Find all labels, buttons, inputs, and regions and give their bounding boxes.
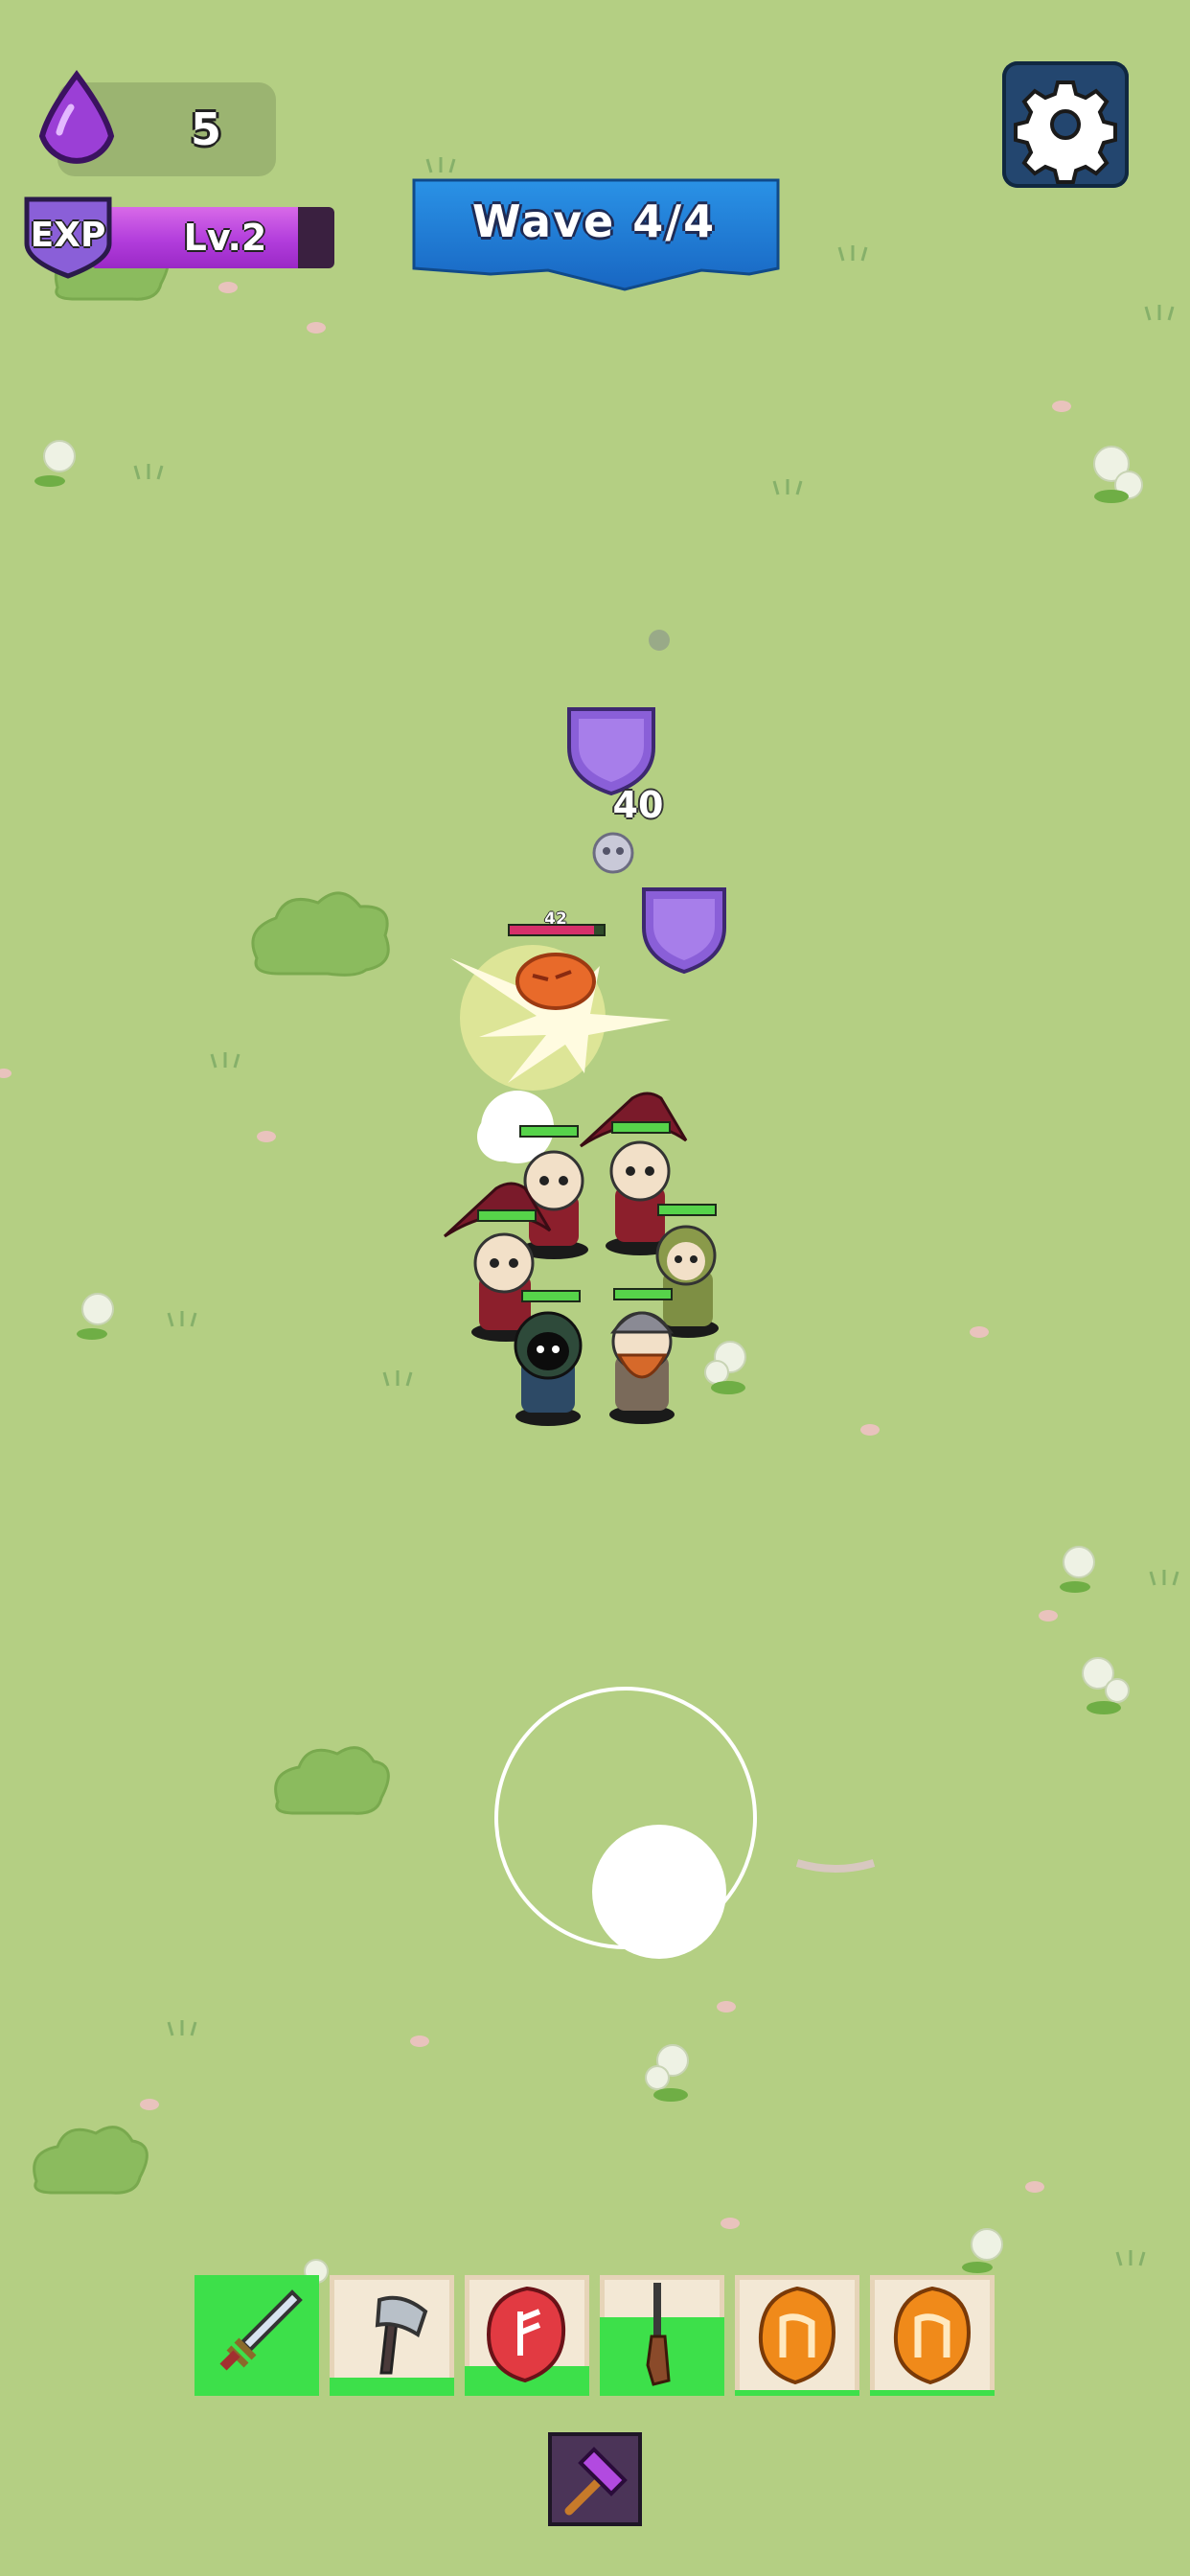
axe-icon <box>375 2295 428 2375</box>
hooded-rogue-hero <box>514 1311 583 1426</box>
gear-icon <box>1014 80 1117 184</box>
special-skill-button[interactable] <box>548 2432 642 2526</box>
viking-hero <box>609 1311 675 1424</box>
fire-slime-enemy <box>515 953 596 1010</box>
skill-slot-orange-rune[interactable] <box>870 2275 995 2396</box>
hero-health-bar <box>477 1209 537 1222</box>
red-rune-icon <box>486 2286 566 2383</box>
rifle-icon <box>646 2283 671 2386</box>
purple-hammer-icon <box>564 2447 628 2516</box>
wave-counter: Wave 4/4 <box>471 196 717 247</box>
hero-health-bar <box>519 1125 579 1138</box>
level-label: Lv.2 <box>183 217 267 259</box>
hero-health-bar <box>521 1290 581 1302</box>
orange-rune-icon <box>893 2286 972 2385</box>
hero-health-bar <box>611 1121 671 1134</box>
orange-rune-icon <box>758 2286 836 2385</box>
hero-health-bar <box>613 1288 673 1300</box>
settings-button[interactable] <box>1002 61 1129 188</box>
exp-label: EXP <box>30 216 106 255</box>
sword-icon <box>219 2289 303 2371</box>
archer-hero <box>655 1225 719 1338</box>
hero-health-bar <box>657 1204 717 1216</box>
skill-slot-orange-rune[interactable] <box>735 2275 859 2396</box>
battle-scene <box>443 707 726 1426</box>
enemy-health-value: 42 <box>544 909 567 929</box>
skill-slot-axe[interactable] <box>330 2275 454 2396</box>
purple-drop-icon <box>38 69 115 164</box>
skill-slot-sword[interactable] <box>195 2275 319 2396</box>
purple-shield-icon <box>642 887 726 975</box>
skill-slot-red-rune[interactable] <box>465 2275 589 2396</box>
currency-count: 5 <box>190 104 221 155</box>
joystick-knob[interactable] <box>592 1825 726 1959</box>
skull-icon <box>592 832 634 874</box>
skill-slot-rifle[interactable] <box>600 2275 724 2396</box>
damage-number: 40 <box>612 784 664 826</box>
